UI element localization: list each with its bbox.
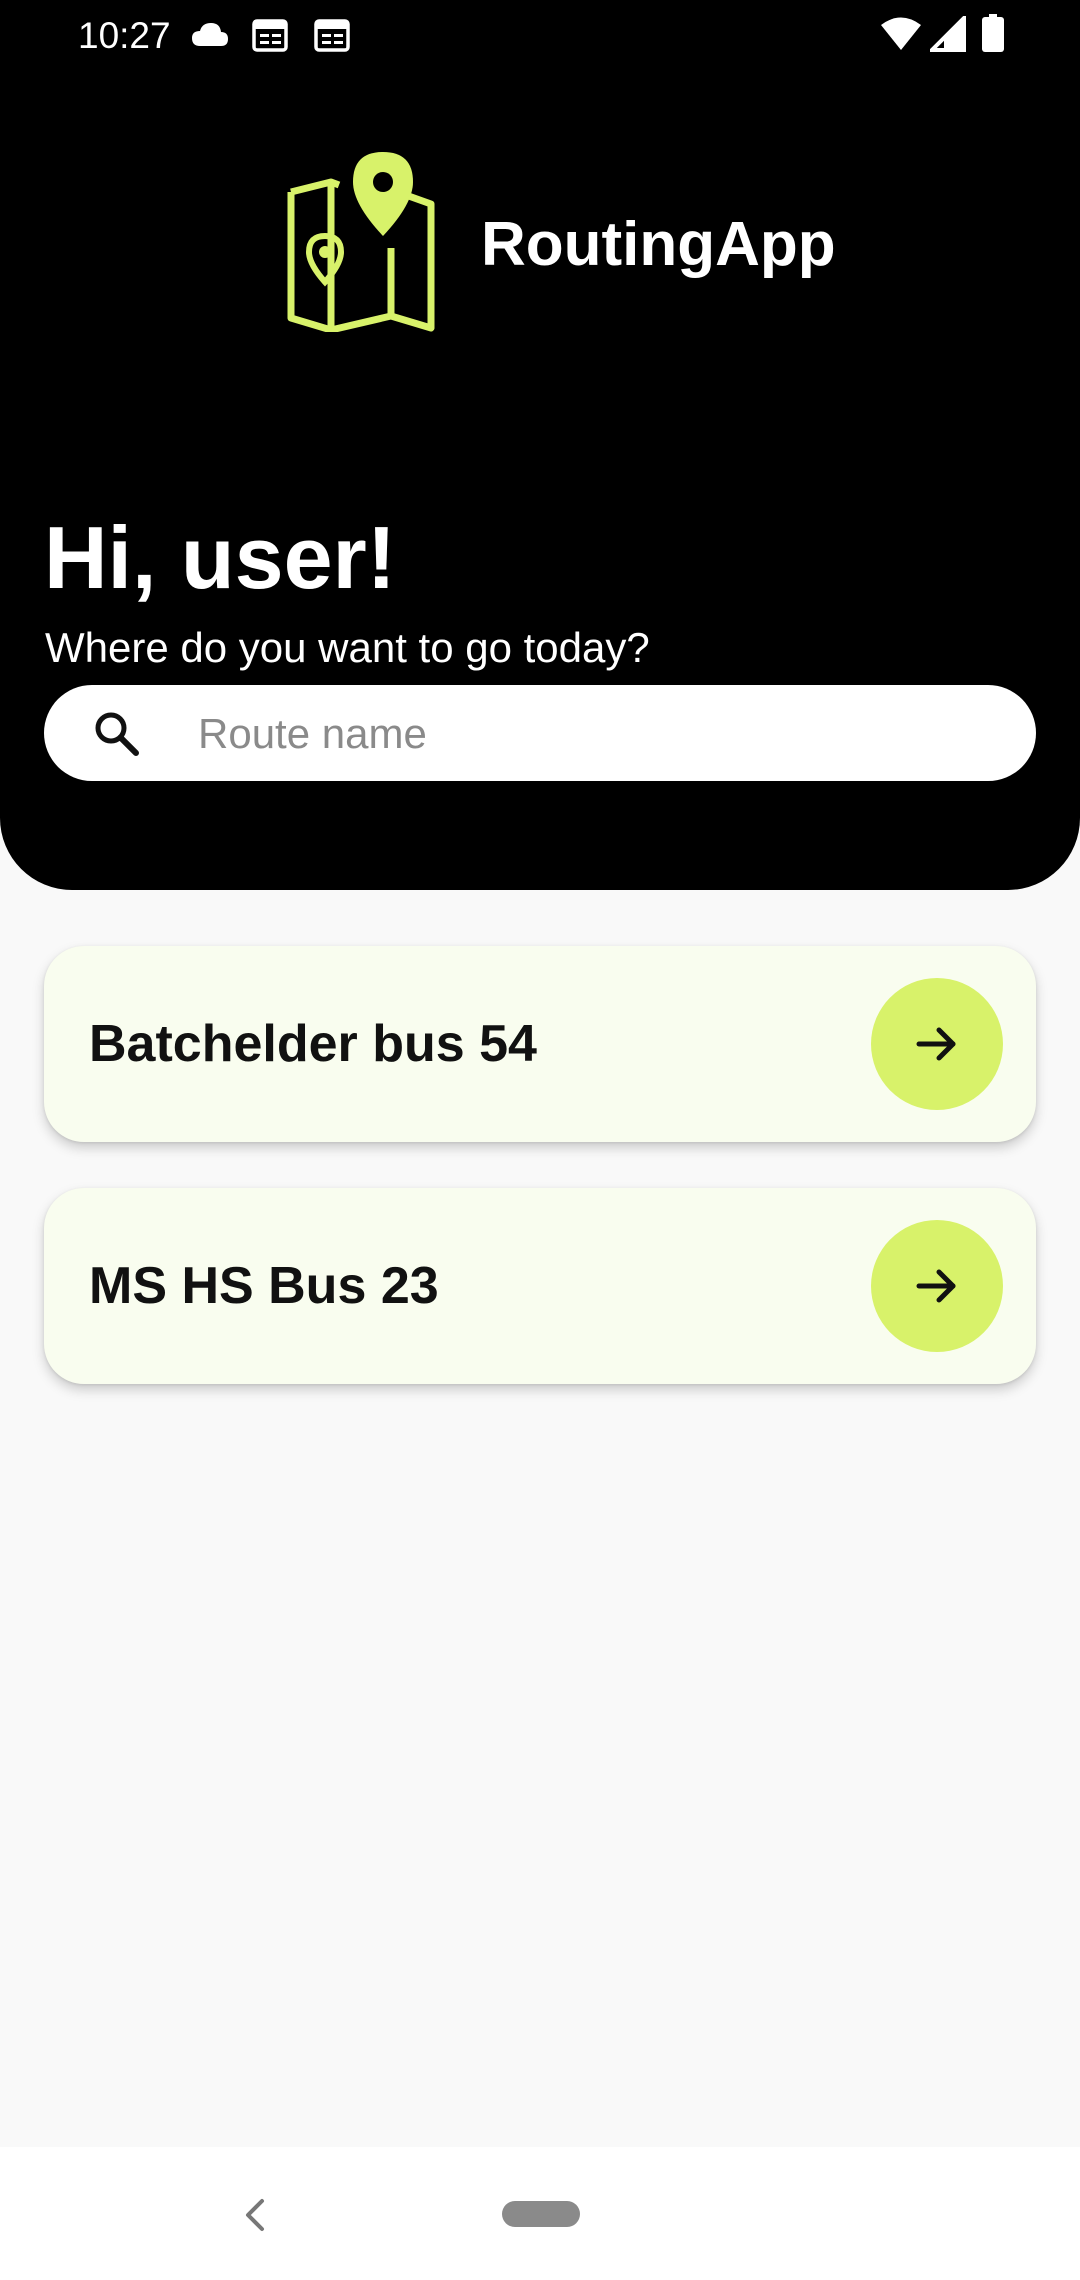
greeting-subtitle: Where do you want to go today? (45, 624, 650, 671)
header: 10:27 RoutingApp Hi, user! Where do you … (0, 0, 1080, 890)
status-time: 10:27 (78, 15, 171, 56)
battery-icon (982, 14, 1004, 52)
app-screen: 10:27 RoutingApp Hi, user! Where do you … (0, 0, 1080, 2280)
search-bar[interactable] (44, 685, 1036, 783)
open-route-button[interactable] (871, 978, 1003, 1110)
route-name: MS HS Bus 23 (89, 1257, 439, 1315)
app-title: RoutingApp (481, 210, 836, 279)
back-icon[interactable] (240, 2195, 270, 2235)
signal-icon (930, 16, 966, 52)
map-pin-icon (287, 152, 435, 332)
route-card[interactable]: Batchelder bus 54 (44, 946, 1036, 1142)
search-input[interactable] (196, 685, 1000, 783)
arrow-right-icon (916, 1027, 956, 1061)
cloud-icon (192, 23, 228, 46)
open-route-button[interactable] (871, 1220, 1003, 1352)
system-nav-bar (0, 2147, 1080, 2280)
greeting-heading: Hi, user! (44, 508, 397, 607)
search-icon[interactable] (92, 709, 140, 757)
home-handle[interactable] (502, 2201, 580, 2227)
route-name: Batchelder bus 54 (89, 1015, 537, 1073)
wifi-icon (881, 17, 921, 50)
calendar-icon (314, 19, 350, 52)
route-card[interactable]: MS HS Bus 23 (44, 1188, 1036, 1384)
calendar-icon (252, 19, 288, 52)
arrow-right-icon (916, 1269, 956, 1303)
status-bar: 10:27 (0, 0, 1080, 72)
